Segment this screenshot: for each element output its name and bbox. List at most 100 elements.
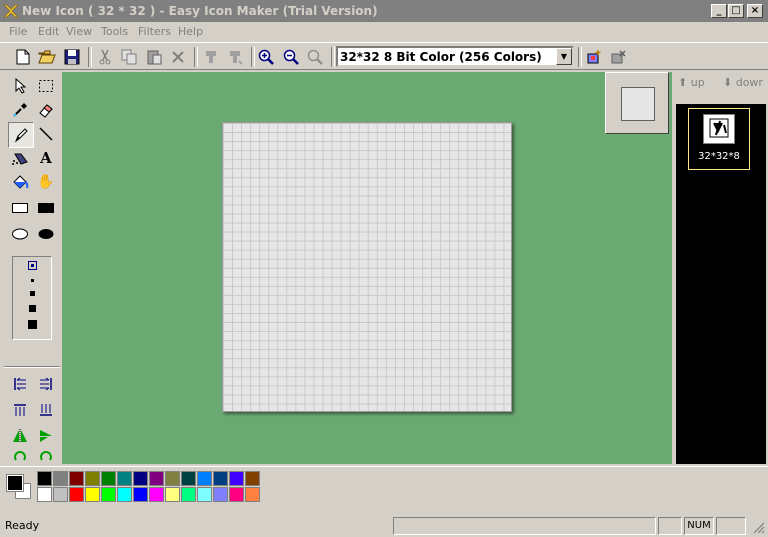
current-colors[interactable] <box>6 472 34 502</box>
zoom-in-icon[interactable] <box>255 46 277 68</box>
add-format-icon[interactable] <box>583 46 605 68</box>
rectangle-outline-tool-icon[interactable] <box>8 196 32 220</box>
close-button[interactable]: × <box>747 4 763 18</box>
new-file-icon[interactable] <box>12 46 34 68</box>
palette-color-swatch[interactable] <box>37 487 52 502</box>
palette-color-swatch[interactable] <box>213 487 228 502</box>
zoom-out-icon[interactable] <box>280 46 302 68</box>
delete-format-icon[interactable] <box>607 46 629 68</box>
palette-color-swatch[interactable] <box>245 487 260 502</box>
palette-color-swatch[interactable] <box>53 471 68 486</box>
maximize-button[interactable]: □ <box>728 4 744 18</box>
undo-icon[interactable] <box>200 46 222 68</box>
brush-size-1-selected[interactable] <box>28 261 37 270</box>
ellipse-outline-tool-icon[interactable] <box>8 222 32 246</box>
palette-color-swatch[interactable] <box>37 471 52 486</box>
palette-color-swatch[interactable] <box>69 471 84 486</box>
palette-color-swatch[interactable] <box>181 471 196 486</box>
palette-color-swatch[interactable] <box>69 487 84 502</box>
palette-color-swatch[interactable] <box>85 487 100 502</box>
menu-help[interactable]: Help <box>178 25 203 38</box>
cut-icon[interactable] <box>94 46 116 68</box>
rotate-left-tool-icon[interactable] <box>8 448 32 464</box>
icon-editing-grid[interactable] <box>222 122 512 412</box>
shift-right-tool-icon[interactable] <box>34 372 58 396</box>
move-up-label: up <box>690 76 705 89</box>
palette-color-swatch[interactable] <box>229 471 244 486</box>
palette-color-swatch[interactable] <box>165 487 180 502</box>
rectangle-filled-tool-icon[interactable] <box>34 196 58 220</box>
dropdown-arrow-icon[interactable]: ▼ <box>556 48 572 65</box>
brush-size-3[interactable] <box>30 291 35 296</box>
menu-filters[interactable]: Filters <box>138 25 171 38</box>
shift-down-tool-icon[interactable] <box>34 398 58 422</box>
brush-size-4[interactable] <box>29 305 36 312</box>
menu-file[interactable]: File <box>9 25 27 38</box>
rotate-right-tool-icon[interactable] <box>34 448 58 464</box>
palette-color-swatch[interactable] <box>197 487 212 502</box>
palette-color-swatch[interactable] <box>133 471 148 486</box>
palette-color-swatch[interactable] <box>85 471 100 486</box>
fill-bucket-tool-icon[interactable] <box>8 170 32 194</box>
menu-tools[interactable]: Tools <box>101 25 128 38</box>
icon-format-item[interactable]: 32*32*8 <box>688 108 750 170</box>
delete-icon[interactable] <box>167 46 189 68</box>
redo-icon[interactable] <box>224 46 246 68</box>
copy-icon[interactable] <box>118 46 140 68</box>
palette-color-swatch[interactable] <box>101 471 116 486</box>
rect-select-tool-icon[interactable] <box>34 74 58 98</box>
palette-color-swatch[interactable] <box>117 471 132 486</box>
minimize-button[interactable]: _ <box>711 4 727 18</box>
select-arrow-tool-icon[interactable] <box>8 74 32 98</box>
move-down-button[interactable]: ⬇ dowr <box>723 76 768 89</box>
palette-color-swatch[interactable] <box>181 487 196 502</box>
status-bar: Ready NUM <box>0 516 768 537</box>
palette-color-swatch[interactable] <box>213 471 228 486</box>
pencil-tool-icon[interactable] <box>8 122 34 148</box>
menu-edit[interactable]: Edit <box>38 25 59 38</box>
palette-color-swatch[interactable] <box>229 487 244 502</box>
move-down-label: dowr <box>735 76 763 89</box>
palette-color-swatch[interactable] <box>133 487 148 502</box>
shift-up-tool-icon[interactable] <box>8 398 32 422</box>
brush-size-2[interactable] <box>31 279 34 282</box>
preview-box <box>605 72 669 134</box>
eraser-tool-icon[interactable] <box>34 98 58 122</box>
palette-color-swatch[interactable] <box>149 471 164 486</box>
paste-icon[interactable] <box>143 46 165 68</box>
color-palette <box>37 471 261 503</box>
palette-color-swatch[interactable] <box>53 487 68 502</box>
line-tool-icon[interactable] <box>34 122 58 146</box>
icon-format-label: 32*32*8 <box>698 151 740 162</box>
text-tool-icon[interactable]: A <box>34 146 58 170</box>
title-bar[interactable]: New Icon ( 32 * 32 ) - Easy Icon Maker (… <box>0 0 768 22</box>
palette-color-swatch[interactable] <box>101 487 116 502</box>
flip-vertical-tool-icon[interactable] <box>34 424 58 448</box>
resize-grip-icon[interactable] <box>752 521 765 534</box>
menu-view[interactable]: View <box>66 25 92 38</box>
eyedropper-tool-icon[interactable] <box>8 98 32 122</box>
zoom-actual-icon[interactable] <box>304 46 326 68</box>
ellipse-filled-tool-icon[interactable] <box>34 222 58 246</box>
palette-color-swatch[interactable] <box>197 471 212 486</box>
menu-bar: File Edit View Tools Filters Help <box>0 22 768 42</box>
down-arrow-icon: ⬇ <box>723 76 733 89</box>
move-up-button[interactable]: ⬆ up <box>678 76 705 89</box>
foreground-color-swatch[interactable] <box>6 474 24 492</box>
brush-size-5[interactable] <box>28 320 37 329</box>
palette-color-swatch[interactable] <box>165 471 180 486</box>
app-icon <box>3 4 19 18</box>
shift-left-tool-icon[interactable] <box>8 372 32 396</box>
palette-color-swatch[interactable] <box>117 487 132 502</box>
icon-thumbnail <box>703 114 735 144</box>
open-folder-icon[interactable] <box>36 46 58 68</box>
status-pane-main <box>393 517 656 535</box>
format-select[interactable]: 32*32 8 Bit Color (256 Colors) ▼ <box>336 46 574 67</box>
hand-tool-icon[interactable]: ✋ <box>34 170 58 194</box>
flip-horizontal-tool-icon[interactable] <box>8 424 32 448</box>
palette-color-swatch[interactable] <box>149 487 164 502</box>
up-arrow-icon: ⬆ <box>678 76 688 89</box>
palette-color-swatch[interactable] <box>245 471 260 486</box>
airbrush-tool-icon[interactable] <box>8 146 32 170</box>
save-disk-icon[interactable] <box>61 46 83 68</box>
